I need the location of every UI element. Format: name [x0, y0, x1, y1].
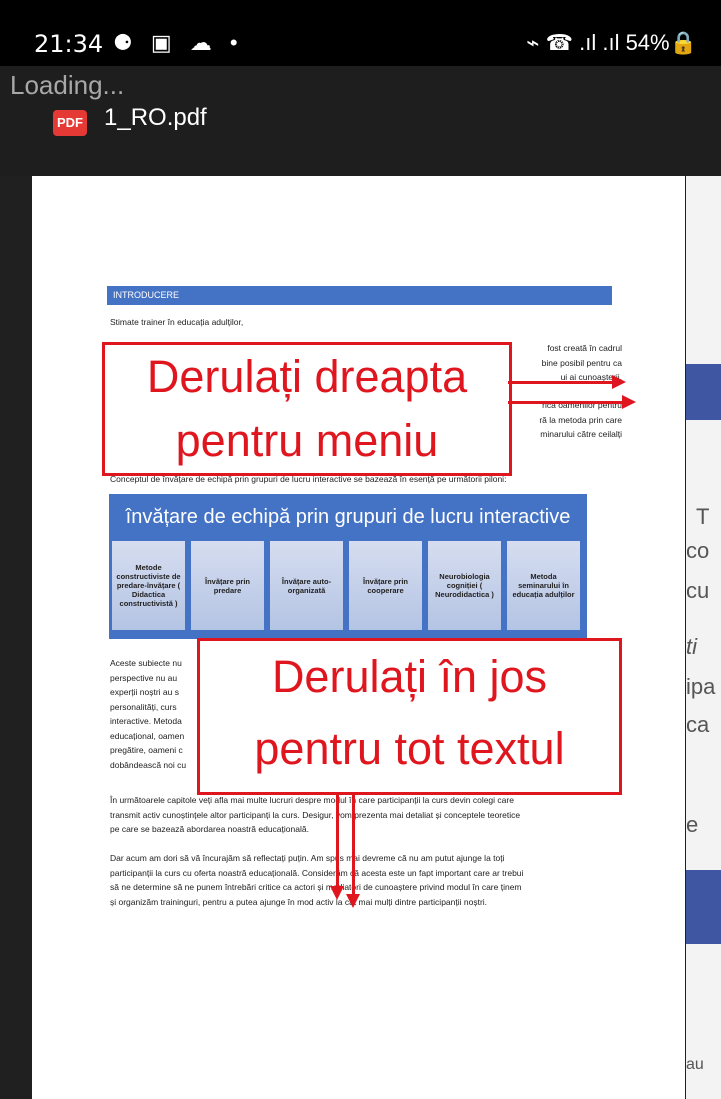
peek-header-bar [686, 870, 721, 944]
diagram-cell: Învățare prin cooperare [349, 541, 422, 630]
paragraph: În următoarele capitole veți afla mai mu… [110, 793, 615, 837]
arrow-down-icon [336, 792, 339, 887]
peek-text: e [686, 812, 699, 837]
text-line: pe care se bazează abordarea noastră edu… [110, 824, 309, 834]
peek-text: cu [686, 578, 710, 603]
callout-line: Derulați în jos [271, 651, 548, 702]
arrow-right-icon [622, 395, 636, 409]
paragraph: Dar acum am dori să vă încurajăm să refl… [110, 851, 615, 909]
callout-line: pentru tot textul [254, 723, 565, 774]
text-line: educațional, oamen [110, 730, 185, 741]
callout-line: pentru meniu [175, 415, 439, 466]
pillars-diagram: învățare de echipă prin grupuri de lucru… [109, 494, 587, 639]
status-bar: 21:34 ⚈ ▣ ☁ • ⌁ ☎ .ıl .ıl 54%🔒 [0, 0, 721, 66]
peek-text: T [696, 504, 710, 529]
text-line: participanții la curs cu oferta noastră … [110, 867, 524, 878]
file-name: 1_RO.pdf [104, 104, 207, 131]
status-icons-right: ⌁ ☎ .ıl .ıl 54%🔒 [526, 30, 697, 55]
scroll-down-callout: Derulați în jos pentru tot textul [197, 638, 622, 795]
arrow-right-icon [612, 375, 626, 389]
peek-header-bar [686, 364, 721, 420]
text-line: În următoarele capitole veți afla mai mu… [110, 795, 514, 805]
arrow-down-icon [330, 886, 344, 900]
paragraph-fragment: fost creată în cadrul bine posibil pentr… [512, 341, 622, 385]
text-line: să ne determine să ne punem întrebări cr… [110, 882, 522, 892]
text-line: personalități, curs [110, 701, 177, 712]
diagram-cell: Metoda seminarului în educația adulților [507, 541, 580, 630]
text-line: Aceste subiecte nu [110, 658, 182, 668]
arrow-right-icon [508, 401, 623, 404]
text-line: transmit activ cunoștințele altor partic… [110, 809, 521, 820]
diagram-cell: Metode constructiviste de predare-învăța… [112, 541, 185, 630]
peek-text: ti [686, 634, 697, 659]
text-line: pregătire, oameni c [110, 745, 183, 755]
next-page-peek[interactable]: T co cu ti ipa ca e au [686, 176, 721, 1099]
text-line: dobândească noi cu [110, 759, 187, 770]
peek-text: ca [686, 712, 710, 737]
paragraph-fragment: Aceste subiecte nu perspective nu au exp… [110, 656, 186, 772]
status-icons-left: ⚈ ▣ ☁ • [113, 30, 244, 55]
diagram-title: învățare de echipă prin grupuri de lucru… [125, 506, 571, 528]
paragraph-fragment: rica oamenilor pentru ră la metoda prin … [512, 398, 622, 442]
peek-text: au [686, 1056, 704, 1073]
text-line: interactive. Metoda [110, 716, 182, 726]
diagram-cell: Neurobiologia cogniției ( Neurodidactica… [428, 541, 501, 630]
peek-text: co [686, 538, 710, 563]
diagram-cell: Învățare prin predare [191, 541, 264, 630]
text-line: bine posibil pentru ca [541, 357, 622, 368]
peek-text: ipa [686, 674, 716, 699]
scroll-right-callout: Derulați dreapta pentru meniu [102, 342, 512, 476]
diagram-cell: Învățare auto-organizată [270, 541, 343, 630]
greeting-text: Stimate trainer în educația adulților, [110, 317, 244, 327]
arrow-down-icon [346, 894, 360, 908]
text-line: ră la metoda prin care [539, 414, 622, 425]
text-line: perspective nu au [110, 672, 178, 683]
arrow-down-icon [352, 792, 355, 895]
loading-text: Loading... [10, 70, 125, 100]
status-time: 21:34 [34, 30, 104, 58]
text-line: experții noștri au s [110, 687, 179, 697]
pdf-icon: PDF [53, 110, 87, 136]
text-line: fost creată în cadrul [547, 343, 622, 353]
text-line: minarului către ceilalți [540, 429, 622, 439]
callout-line: Derulați dreapta [146, 351, 468, 402]
text-line: și organizăm traininguri, pentru a putea… [110, 896, 488, 907]
arrow-right-icon [508, 381, 613, 384]
text-line: Dar acum am dori să vă încurajăm să refl… [110, 853, 505, 863]
section-title: INTRODUCERE [107, 286, 612, 305]
